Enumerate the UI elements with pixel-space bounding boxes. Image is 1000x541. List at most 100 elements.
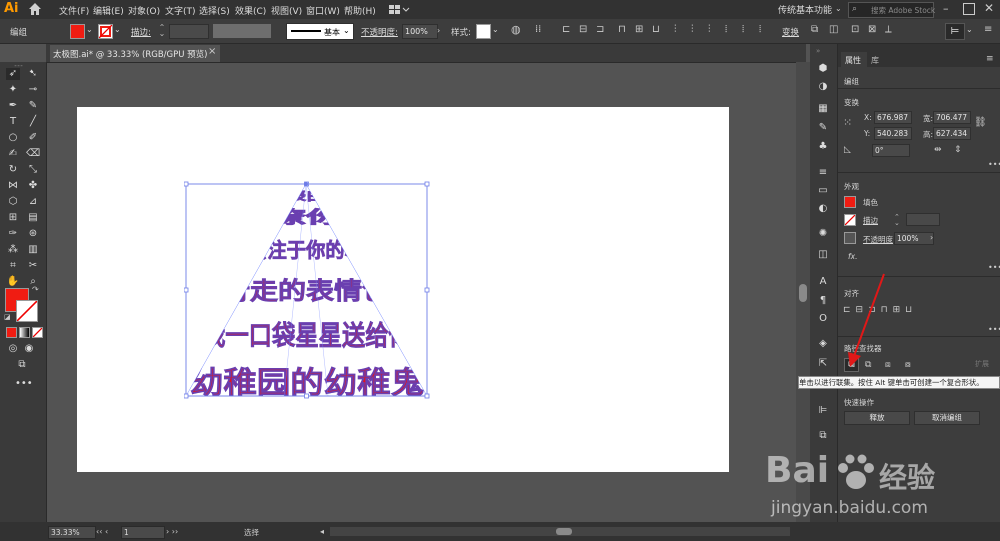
mesh-tool-icon[interactable]: ⊞ <box>6 212 20 224</box>
appearance-stroke-swatch[interactable] <box>844 214 856 226</box>
opentype-panel-icon[interactable]: O <box>816 312 830 325</box>
hand-tool-icon[interactable]: ✋ <box>6 276 20 288</box>
vertical-scroll-thumb[interactable] <box>799 284 807 302</box>
opacity-arrow-icon[interactable]: › <box>437 26 443 36</box>
ungroup-button[interactable]: 取消编组 <box>914 411 980 425</box>
release-button[interactable]: 释放 <box>844 411 910 425</box>
workspace-switcher[interactable]: 传统基本功能 <box>778 3 832 16</box>
mask-icon[interactable]: ◫ <box>829 24 843 36</box>
stroke-panel-icon[interactable]: ≡ <box>816 166 830 179</box>
zoom-level-field[interactable]: 33.33% <box>48 526 96 539</box>
menu-file[interactable]: 文件(F) <box>59 4 89 17</box>
slice-tool-icon[interactable]: ✂ <box>26 260 40 272</box>
gradient-mode-icon[interactable] <box>19 327 30 338</box>
distribute-top-icon[interactable]: ⫶ <box>674 24 688 36</box>
tab-properties[interactable]: 属性 <box>841 52 867 67</box>
document-tab[interactable]: 太极图.ai* @ 33.33% (RGB/GPU 预览) × <box>50 45 220 62</box>
isolate-icon[interactable]: ⧉ <box>811 24 825 36</box>
distribute-bottom-icon[interactable]: ⫶ <box>708 24 722 36</box>
magic-wand-tool-icon[interactable]: ✦ <box>6 84 20 96</box>
flip-vertical-icon[interactable]: ⇕ <box>954 144 966 156</box>
shaper-tool-icon[interactable]: ✍ <box>6 148 20 160</box>
align-hcenter-icon[interactable]: ⊟ <box>579 24 593 36</box>
stroke-profile-dropdown[interactable]: 基本 ⌄ <box>286 23 354 40</box>
exclude-icon[interactable]: ⧇ <box>905 359 917 371</box>
align-panel-icon[interactable]: ⊫ <box>816 404 830 417</box>
column-graph-tool-icon[interactable]: ▥ <box>26 244 40 256</box>
fill-swatch[interactable] <box>70 24 85 39</box>
type-tool-icon[interactable]: T <box>6 116 20 128</box>
ellipse-tool-icon[interactable]: ○ <box>6 132 20 144</box>
distribute-right-icon[interactable]: ⦙ <box>759 24 773 36</box>
menu-select[interactable]: 选择(S) <box>199 4 230 17</box>
rotate-tool-icon[interactable]: ↻ <box>6 164 20 176</box>
gradient-panel-icon[interactable]: ▭ <box>816 184 830 197</box>
swatches-panel-icon[interactable]: ▦ <box>816 102 830 115</box>
selection-tool-icon[interactable]: ➶ <box>6 68 20 80</box>
distribute-hcenter-icon[interactable]: ⦙ <box>742 24 756 36</box>
align-vcenter-icon[interactable]: ⊞ <box>635 24 649 36</box>
envelope-distort-icon[interactable]: ⊠ <box>868 24 882 36</box>
tab-close-icon[interactable]: × <box>208 46 216 57</box>
transparency-panel-icon[interactable]: ◐ <box>816 202 830 215</box>
none-mode-icon[interactable] <box>32 327 43 338</box>
export-panel-icon[interactable]: ⇱ <box>816 357 830 370</box>
color-mode-icon[interactable] <box>6 327 17 338</box>
previous-artboard-icon[interactable]: ‹‹ ‹ <box>96 526 118 537</box>
eraser-tool-icon[interactable]: ⌫ <box>26 148 40 160</box>
scroll-left-icon[interactable]: ◂ <box>320 527 328 537</box>
align-more-icon[interactable]: ••• <box>988 326 1000 334</box>
close-icon[interactable]: ✕ <box>984 2 996 14</box>
screen-mode-icon[interactable]: ⧉ <box>15 359 29 371</box>
menu-edit[interactable]: 编辑(E) <box>93 4 124 17</box>
scale-tool-icon[interactable]: ⤡ <box>26 164 40 176</box>
horizontal-scroll-thumb[interactable] <box>556 528 572 535</box>
perspective-text-artwork[interactable]: 幼稚园的幼稚鬼 我一口袋星星送给你 行走的表情包 会注于你的心 撩你 表白 <box>184 181 430 399</box>
draw-behind-icon[interactable]: ◉ <box>22 343 36 355</box>
opacity-arrow-panel-icon[interactable]: › <box>930 232 936 244</box>
arrange-documents-icon[interactable] <box>388 4 410 15</box>
pathfinder-expand-button[interactable]: 扩展 <box>969 358 995 370</box>
stroke-color-box[interactable] <box>16 300 38 322</box>
symbol-sprayer-tool-icon[interactable]: ⁂ <box>6 244 20 256</box>
swap-fill-stroke-icon[interactable]: ↷ <box>32 286 40 294</box>
color-guide-icon[interactable]: ⬢ <box>816 62 830 75</box>
stock-search-input[interactable]: ⌕ 搜索 Adobe Stock <box>848 2 935 18</box>
pen-tool-icon[interactable]: ✒ <box>6 100 20 112</box>
symbols-panel-icon[interactable]: ♣ <box>816 140 830 153</box>
workspace-chevron-icon[interactable]: ⌄ <box>835 5 842 13</box>
curvature-tool-icon[interactable]: ✎ <box>26 100 40 112</box>
stroke-weight-input[interactable] <box>169 24 209 39</box>
control-bar-options-icon[interactable]: ≡ <box>984 23 994 37</box>
maximize-icon[interactable] <box>963 3 975 15</box>
appearance-fill-swatch[interactable] <box>844 196 856 208</box>
dock-collapse-icon[interactable]: » <box>816 48 832 55</box>
align-to-icon[interactable]: ⁞⁞ <box>535 24 549 36</box>
shape-builder-tool-icon[interactable]: ⬡ <box>6 196 20 208</box>
height-field[interactable]: 627.434 <box>933 127 971 140</box>
eyedropper-tool-icon[interactable]: ✑ <box>6 228 20 240</box>
home-icon[interactable] <box>27 2 43 16</box>
fill-dropdown-chevron-icon[interactable]: ⌄ <box>86 25 94 35</box>
align-bottom-icon[interactable]: ⊔ <box>652 24 666 36</box>
opacity-label[interactable]: 不透明度: <box>361 26 398 38</box>
paintbrush-tool-icon[interactable]: ✐ <box>26 132 40 144</box>
brushes-panel-icon[interactable]: ✎ <box>816 121 830 134</box>
default-fill-stroke-icon[interactable]: ◪ <box>4 313 12 321</box>
variable-width-profile[interactable] <box>213 24 271 38</box>
menu-type[interactable]: 文字(T) <box>165 4 196 17</box>
y-field[interactable]: 540.283 <box>874 127 912 140</box>
transform-link[interactable]: 变换 <box>782 26 799 38</box>
stroke-label[interactable]: 描边: <box>131 26 151 38</box>
puppet-warp-tool-icon[interactable]: ✤ <box>26 180 40 192</box>
appearance-opacity-label[interactable]: 不透明度 <box>863 234 893 245</box>
opacity-input[interactable]: 100% <box>402 24 438 39</box>
character-panel-icon[interactable]: A <box>816 275 830 288</box>
style-chevron-icon[interactable]: ⌄ <box>492 25 500 35</box>
artboard-tool-icon[interactable]: ⌗ <box>6 260 20 272</box>
stroke-weight-field-panel[interactable] <box>906 213 940 226</box>
perspective-grid-tool-icon[interactable]: ⊿ <box>26 196 40 208</box>
flip-horizontal-icon[interactable]: ⇹ <box>934 144 946 156</box>
lasso-tool-icon[interactable]: ⊸ <box>26 84 40 96</box>
next-artboard-icon[interactable]: › ›› <box>166 526 188 537</box>
